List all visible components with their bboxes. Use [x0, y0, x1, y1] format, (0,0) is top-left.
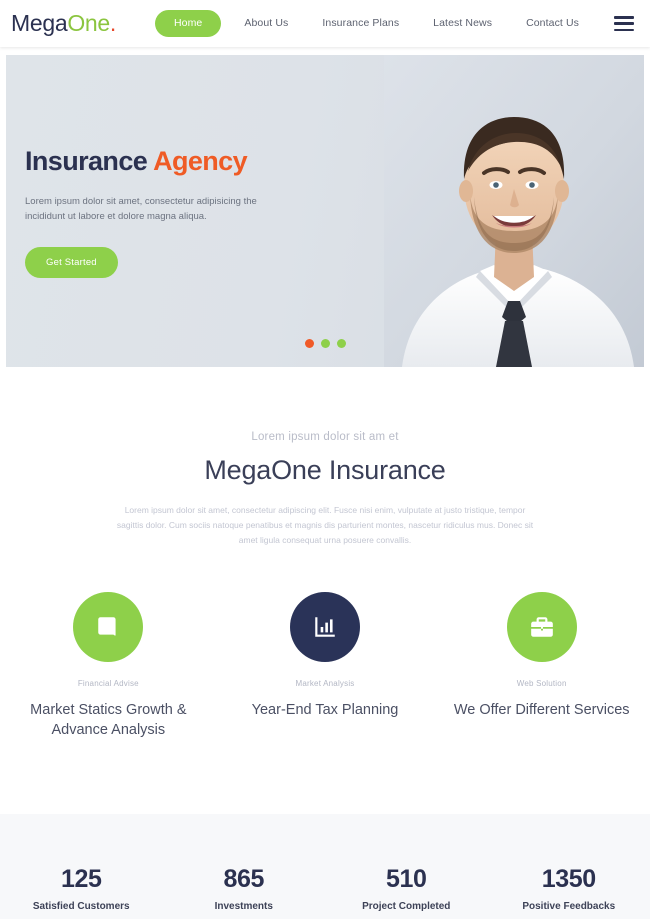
intro-section: Lorem ipsum dolor sit am et MegaOne Insu… — [0, 367, 650, 548]
services-section: Financial Advise Market Statics Growth &… — [0, 547, 650, 815]
intro-title: MegaOne Insurance — [204, 455, 446, 485]
hero-title-part1: Insurance — [25, 146, 154, 176]
service-card-market-analysis[interactable]: Market Analysis Year-End Tax Planning — [217, 591, 434, 741]
hamburger-icon[interactable] — [614, 16, 634, 31]
service-title: Year-End Tax Planning — [251, 701, 399, 718]
logo-text-mega: Mega — [11, 10, 68, 36]
slider-dot-2[interactable] — [320, 339, 330, 348]
stat-number: 865 — [223, 865, 264, 894]
nav-item-contact-us[interactable]: Contact Us — [509, 18, 596, 29]
nav-item-latest-news[interactable]: Latest News — [416, 18, 509, 29]
get-started-button[interactable]: Get Started — [25, 247, 118, 279]
stat-item: 1350 Positive Feedbacks — [488, 865, 650, 913]
site-logo[interactable]: MegaOne. — [11, 12, 116, 35]
hero-subtitle: Lorem ipsum dolor sit amet, consectetur … — [25, 195, 257, 223]
stat-label: Satisfied Customers — [32, 901, 130, 913]
intro-eyebrow: Lorem ipsum dolor sit am et — [251, 431, 399, 443]
stat-label: Positive Feedbacks — [522, 901, 616, 913]
hero-photo — [384, 55, 644, 367]
nav-item-insurance-plans[interactable]: Insurance Plans — [305, 18, 416, 29]
stat-number: 125 — [60, 865, 102, 894]
hamburger-bar-1 — [614, 16, 634, 19]
logo-text-dot: . — [109, 10, 117, 36]
service-title: We Offer Different Services — [453, 701, 630, 718]
hamburger-bar-2 — [614, 22, 634, 25]
stat-item: 510 Project Completed — [325, 865, 488, 913]
book-icon — [73, 591, 144, 662]
service-tag: Web Solution — [516, 678, 567, 688]
stat-item: 125 Satisfied Customers — [0, 865, 163, 913]
hero-title-part2: Agency — [153, 146, 248, 176]
briefcase-icon — [506, 591, 577, 662]
slider-dot-1[interactable] — [304, 339, 314, 348]
stat-label: Investments — [214, 901, 273, 913]
service-title: Market Statics Growth & Advance Analysis — [30, 701, 187, 738]
stat-number: 510 — [385, 865, 427, 894]
service-card-financial-advise[interactable]: Financial Advise Market Statics Growth &… — [0, 591, 217, 741]
service-tag: Market Analysis — [295, 678, 355, 688]
service-tag: Financial Advise — [77, 678, 139, 688]
nav-item-about-us[interactable]: About Us — [227, 18, 305, 29]
site-header: MegaOne. Home About Us Insurance Plans L… — [0, 0, 650, 47]
service-card-web-solution[interactable]: Web Solution We Offer Different Services — [433, 591, 650, 741]
stats-section: 125 Satisfied Customers 865 Investments … — [0, 814, 650, 919]
hero-copy: Insurance Agency Lorem ipsum dolor sit a… — [25, 146, 295, 279]
main-navigation: Home About Us Insurance Plans Latest New… — [154, 10, 596, 37]
hero-title: Insurance Agency — [25, 146, 295, 177]
slider-dots — [6, 339, 644, 348]
hamburger-bar-3 — [614, 28, 634, 31]
stat-item: 865 Investments — [163, 865, 326, 913]
slider-dot-3[interactable] — [336, 339, 346, 348]
stat-number: 1350 — [541, 865, 596, 894]
logo-text-one: One — [67, 10, 110, 36]
intro-body: Lorem ipsum dolor sit amet, consectetur … — [116, 505, 534, 545]
stat-label: Project Completed — [362, 901, 451, 913]
bar-chart-icon — [290, 591, 360, 662]
nav-item-home[interactable]: Home — [154, 10, 222, 37]
hero-slider: Insurance Agency Lorem ipsum dolor sit a… — [6, 55, 644, 367]
